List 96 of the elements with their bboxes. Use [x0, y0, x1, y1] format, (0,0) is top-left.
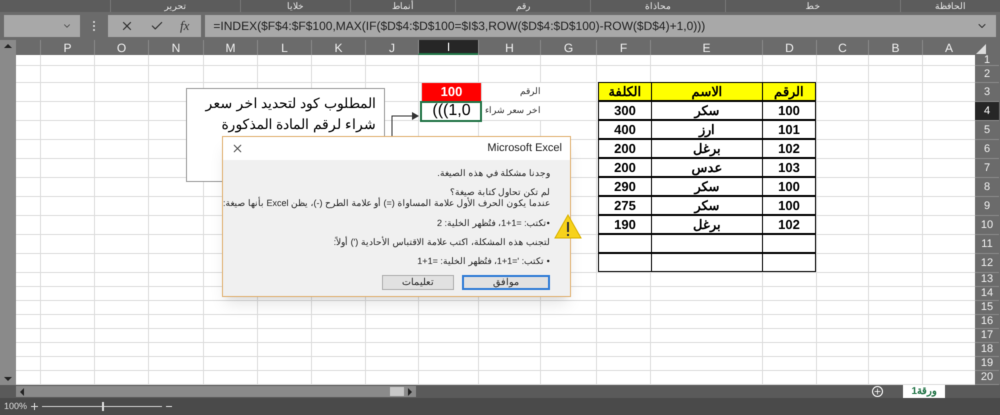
- add-sheet-icon[interactable]: [872, 386, 884, 397]
- row-header[interactable]: 9: [975, 197, 999, 216]
- row-header[interactable]: 3: [975, 83, 999, 102]
- formula-field[interactable]: =INDEX($F$4:$F$100,MAX(IF($D$4:$D$100=$I$3,ROW($D$4:$D$100)-ROW($D$4)+1,0))): [205, 15, 996, 37]
- table-cell: 103: [762, 158, 816, 177]
- row-header[interactable]: 16: [975, 315, 999, 329]
- insert-function-button[interactable]: fx: [180, 16, 190, 36]
- table-cell: سكر: [651, 101, 763, 120]
- horizontal-scrollbar[interactable]: [16, 386, 416, 397]
- column-header[interactable]: J: [365, 40, 418, 55]
- table-cell: 300: [598, 101, 652, 120]
- ribbon-group-label: خط: [806, 0, 820, 12]
- ribbon-group-label: رقم: [516, 0, 530, 12]
- row-header[interactable]: 14: [975, 287, 999, 301]
- vertical-scrollbar[interactable]: [0, 40, 16, 385]
- row-header[interactable]: 12: [975, 254, 999, 273]
- dialog-text: • تكتب: '=1+1، فتُظهر الخلية: =1+1: [416, 256, 550, 267]
- scroll-down-icon[interactable]: [4, 377, 12, 381]
- row-label: اخر سعر شراء: [481, 102, 543, 121]
- table-cell: سكر: [651, 177, 763, 196]
- table-header-cell: الاسم: [651, 82, 763, 101]
- close-icon[interactable]: [231, 142, 244, 155]
- ribbon-group-label: خلايا: [287, 0, 304, 12]
- dialog-button[interactable]: تعليمات: [382, 275, 454, 290]
- column-header[interactable]: K: [311, 40, 365, 55]
- row-header[interactable]: 8: [975, 178, 999, 197]
- column-header[interactable]: M: [203, 40, 257, 55]
- table-cell: سكر: [651, 196, 763, 215]
- row-header[interactable]: 6: [975, 140, 999, 159]
- dialog-text: •تكتب: =1+1، فتُظهر الخلية: 2: [436, 218, 550, 229]
- zoom-in-icon[interactable]: [31, 403, 38, 410]
- row-header[interactable]: 4: [975, 102, 999, 121]
- ribbon-group-label: الحافظة: [935, 0, 966, 12]
- sheet-tab[interactable]: ورقة1: [903, 385, 945, 398]
- row-header[interactable]: 19: [975, 357, 999, 371]
- column-header[interactable]: A: [922, 40, 975, 55]
- dialog-text: عندما يكون الحرف الأول علامة المساواة (=) أو علامة الطرح (-)، يظن Excel بأنها صيغة:: [223, 198, 550, 209]
- row-header[interactable]: 10: [975, 216, 999, 235]
- table-cell: ارز: [651, 120, 763, 139]
- zoom-slider-thumb[interactable]: [102, 402, 104, 411]
- table-cell: 100: [762, 196, 816, 215]
- row-header[interactable]: 18: [975, 343, 999, 357]
- table-cell: 101: [762, 120, 816, 139]
- row-label: الرقم: [481, 83, 543, 102]
- table-cell: 200: [598, 158, 652, 177]
- column-header[interactable]: N: [148, 40, 203, 55]
- column-header[interactable]: D: [762, 40, 816, 55]
- column-header[interactable]: O: [94, 40, 148, 55]
- more-options-icon[interactable]: [92, 20, 96, 32]
- table-cell: 102: [762, 139, 816, 158]
- dialog-text: وجدنا مشكلة في هذه الصيغة.: [436, 168, 550, 179]
- scroll-up-icon[interactable]: [4, 44, 12, 48]
- dialog-title: Microsoft Excel: [487, 141, 562, 156]
- column-header[interactable]: P: [40, 40, 94, 55]
- row-header[interactable]: 7: [975, 159, 999, 178]
- row-header[interactable]: 13: [975, 273, 999, 287]
- table-cell: 200: [598, 139, 652, 158]
- zoom-level[interactable]: 100%: [4, 400, 28, 414]
- table-cell: 102: [762, 215, 816, 234]
- table-cell: عدس: [651, 158, 763, 177]
- cancel-icon[interactable]: [120, 19, 134, 33]
- row-header[interactable]: 1: [975, 55, 999, 66]
- table-cell: برغل: [651, 215, 763, 234]
- scrollbar-thumb[interactable]: [390, 387, 404, 396]
- row-header[interactable]: 5: [975, 121, 999, 140]
- dialog-button[interactable]: موافق: [462, 275, 550, 290]
- value-cell[interactable]: 1,0))): [421, 102, 481, 121]
- dialog-text: لم تكن تحاول كتابة صيغة؟: [448, 187, 550, 198]
- table-cell: 190: [598, 215, 652, 234]
- column-header[interactable]: C: [816, 40, 868, 55]
- row-header[interactable]: 17: [975, 329, 999, 343]
- connector-arrow: [392, 112, 419, 138]
- table-cell: 400: [598, 120, 652, 139]
- table-cell: 100: [762, 177, 816, 196]
- value-cell[interactable]: 100: [421, 83, 481, 102]
- table-cell: 275: [598, 196, 652, 215]
- column-header[interactable]: F: [596, 40, 650, 55]
- row-header[interactable]: 2: [975, 66, 999, 83]
- table-cell: 100: [762, 101, 816, 120]
- ribbon-group-label: أنماط: [392, 0, 414, 12]
- column-header[interactable]: B: [868, 40, 922, 55]
- warning-icon: [554, 214, 582, 239]
- row-header[interactable]: 11: [975, 235, 999, 254]
- table-cell: برغل: [651, 139, 763, 158]
- ribbon-group-label: تحرير: [164, 0, 186, 12]
- ribbon-group-label: محاذاة: [645, 0, 671, 12]
- column-header[interactable]: I: [418, 40, 478, 55]
- column-header[interactable]: G: [540, 40, 596, 55]
- table-header-cell: الكلفة: [598, 82, 652, 101]
- table-cell: 290: [598, 177, 652, 196]
- row-header[interactable]: 20: [975, 371, 999, 385]
- row-header[interactable]: 15: [975, 301, 999, 315]
- table-header-cell: الرقم: [762, 82, 816, 101]
- column-header[interactable]: E: [650, 40, 762, 55]
- dialog-text: لتجنب هذه المشكلة، اكتب علامة الاقتباس الأحادية (') أولاً:: [332, 237, 550, 248]
- column-header[interactable]: L: [257, 40, 311, 55]
